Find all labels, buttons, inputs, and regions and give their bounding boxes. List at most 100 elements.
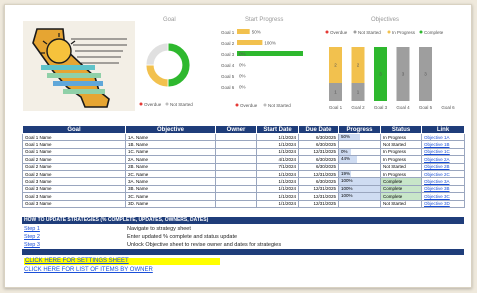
cell-status: Not Started [380,199,422,208]
bar-category-label: Goal 6 [221,85,235,90]
progress-bar: 50% [339,134,360,140]
cell-link[interactable]: Objective 3C [421,192,465,201]
cell-due: 12/31/2025 [298,184,339,194]
goal-donut-chart: Overdue Not Started [139,42,193,107]
cell-status: Not Started [380,140,422,149]
cell-progress: 19% [338,169,381,179]
cell-progress: 50% [338,132,381,142]
cell-status: Complete [380,184,422,194]
table-row: Goal 2 Name 2C. Name 1/1/2024 12/31/2025 19%… [22,169,465,179]
settings-sheet-link[interactable]: CLICK HERE FOR SETTINGS SHEET [24,258,220,265]
table-row: Goal 3 Name 3D. Name 1/1/2024 12/31/2025 Not… [22,199,465,208]
cell-objective: 1C. Name [125,147,216,157]
items-by-owner-link[interactable]: CLICK HERE FOR LIST OF ITEMS BY OWNER [24,267,153,274]
cell-goal: Goal 3 Name [22,177,126,186]
cell-start: 1/1/2024 [256,169,299,179]
cell-link[interactable]: Objective 3A [421,177,465,186]
column-category-label: Goal 6 [441,105,455,110]
progress-value: 100% [341,178,353,184]
bar [237,40,263,45]
table-header-row: Goal Objective Owner Start Date Due Date… [22,125,465,134]
col-header-status: Status [380,125,422,134]
cell-progress [338,140,381,149]
cell-progress [338,199,381,208]
step-2-link[interactable]: Step 2 [24,234,40,240]
bar-value-label: 0% [239,74,246,79]
cell-objective: 2A. Name [125,155,216,164]
column-category-label: Goal 5 [419,105,433,110]
cell-link[interactable]: Objective 3D [421,199,465,208]
step-1-link[interactable]: Step 1 [24,226,40,232]
cell-start: 1/1/2024 [256,199,299,208]
cell-link[interactable]: Objective 2C [421,169,465,179]
bar [237,29,250,34]
table-row: Goal 1 Name 1A. Name 1/1/2024 6/30/2025 50% I… [22,132,465,142]
cell-objective: 2C. Name [125,169,216,179]
cell-owner [215,162,257,171]
cell-start: 4/1/2024 [256,155,299,164]
cell-objective: 3C. Name [125,192,216,201]
step-1-text: Navigate to strategy sheet [127,226,191,232]
cell-start: 1/1/2024 [256,177,299,186]
cell-goal: Goal 2 Name [22,155,126,164]
column-category-label: Goal 2 [351,105,365,110]
cell-due: 6/30/2025 [298,132,339,142]
cell-progress: 100% [338,192,381,201]
cell-link[interactable]: Objective 3B [421,184,465,194]
cell-goal: Goal 2 Name [22,169,126,179]
cell-progress: 44% [338,155,381,164]
progress-value: 19% [341,170,351,176]
cell-owner [215,132,257,142]
cell-link[interactable]: Objective 2A [421,155,465,164]
col-header-due-date: Due Date [298,125,339,134]
objectives-table: Goal Objective Owner Start Date Due Date… [22,125,465,208]
bar-value-label: 0% [239,52,246,57]
progress-value: 50% [341,134,351,139]
progress-value: 0% [341,148,348,154]
cell-goal: Goal 3 Name [22,184,126,194]
bar [237,51,303,56]
cell-status: In Progress [380,132,422,142]
cell-start: 1/1/2024 [256,184,299,194]
cell-link[interactable]: Objective 1B [421,140,465,149]
cell-goal: Goal 1 Name [22,147,126,157]
cell-link[interactable]: Objective 1A [421,132,465,142]
progress-bar: 44% [339,156,358,163]
cell-status: Complete [380,192,422,201]
table-row: Goal 1 Name 1C. Name 1/1/2024 12/31/2025 0% I… [22,147,465,157]
step-3-text: Unlock Objective sheet to revise owner a… [127,242,282,248]
cell-start: 1/1/2024 [256,192,299,201]
col-header-start-date: Start Date [256,125,299,134]
progress-value: 44% [341,156,351,162]
cell-goal: Goal 1 Name [22,140,126,149]
cell-due: 6/30/2025 [298,177,339,186]
cell-status: Not Started [380,162,422,171]
cell-goal: Goal 2 Name [22,162,126,171]
cell-goal: Goal 1 Name [22,132,126,142]
cell-owner [215,192,257,201]
cell-link[interactable]: Objective 2B [421,162,465,171]
progress-bar: 100% [339,193,380,199]
table-row: Goal 3 Name 3B. Name 1/1/2024 12/31/2025 100… [22,184,465,194]
donut-slice [167,42,191,88]
section-divider [22,249,464,255]
cell-owner [215,169,257,179]
cell-link[interactable]: Objective 1C [421,147,465,157]
progress-value: 100% [341,193,353,199]
cell-owner [215,140,257,149]
col-legend-in-progress: In Progress [392,30,416,35]
table-row: Goal 2 Name 2A. Name 4/1/2024 6/30/2025 44% I… [22,155,465,164]
donut-slice [145,64,169,88]
bar-category-label: Goal 2 [221,41,235,46]
col-header-progress: Progress [338,125,381,134]
step-3-link[interactable]: Step 3 [24,242,40,248]
donut-chart-title: Goal [163,17,176,23]
cell-owner [215,147,257,157]
progress-bar: 19% [339,170,352,177]
cell-start: 1/1/2024 [256,140,299,149]
cell-due: 6/30/2025 [298,155,339,164]
progress-bar: 0% [339,148,352,155]
table-row: Goal 3 Name 3C. Name 1/1/2024 12/31/2025 100… [22,192,465,201]
cell-due: 12/31/2025 [298,147,339,157]
column-category-label: Goal 4 [396,105,410,110]
